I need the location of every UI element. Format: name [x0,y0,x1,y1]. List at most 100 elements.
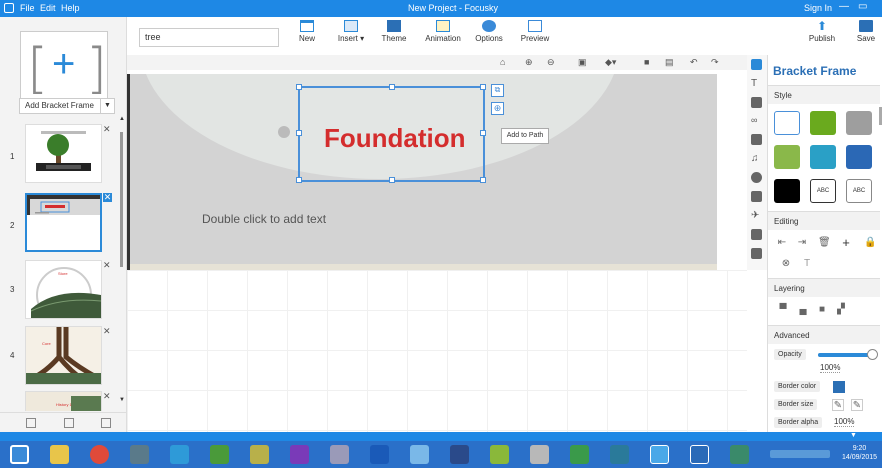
slides-scrollbar[interactable]: ▲ ▼ [119,116,125,403]
add-to-path-icon[interactable]: ⊕ [491,102,504,115]
app-icon[interactable] [450,445,469,464]
frame-title-text[interactable]: Foundation [324,123,466,154]
system-tray[interactable] [770,450,830,458]
animation-button[interactable]: Animation [421,20,465,43]
app-icon[interactable] [650,445,669,464]
editing-section-header[interactable]: Editing [768,211,880,230]
opacity-knob[interactable] [867,349,878,360]
text-icon[interactable]: T [801,258,813,270]
style-swatch-lightgreen[interactable] [774,145,800,169]
app-icon[interactable] [730,445,749,464]
app-icon[interactable] [490,445,509,464]
bring-forward-icon[interactable]: ▄ [797,304,809,316]
fit-icon[interactable] [26,418,36,428]
align-right-icon[interactable]: ⇥ [796,237,808,249]
add-icon[interactable]: + [840,235,852,250]
image-tool-icon[interactable] [751,97,762,108]
pencil-icon[interactable]: ✎ [851,399,863,411]
zoom-out-icon[interactable]: ⊖ [547,57,555,68]
start-icon[interactable] [10,445,29,464]
delete-icon[interactable]: 🗑 [818,237,831,249]
resize-handle[interactable] [389,177,395,183]
resize-handle[interactable] [389,84,395,90]
add-frame-select[interactable]: Add Bracket Frame ▼ [19,98,115,114]
options-button[interactable]: Options [472,20,506,43]
fill-icon[interactable]: ◆▾ [605,57,616,68]
duplicate-slide-icon[interactable] [64,418,74,428]
grid-tool-icon[interactable] [751,248,762,259]
send-backward-icon[interactable]: ■ [816,304,828,316]
style-swatch-blue[interactable] [846,145,872,169]
slide-row-4[interactable]: 4 Core ✕ [0,326,120,388]
text-tool-icon[interactable]: T [751,78,762,89]
lock-icon[interactable]: ▣ [578,57,587,68]
clock[interactable]: 9:20 14/09/2015 [842,444,877,462]
xdk-icon[interactable] [370,445,389,464]
style-swatch-text-outline[interactable]: ABC [846,179,872,203]
save-button[interactable]: Save [854,20,878,43]
resize-handle[interactable] [296,130,302,136]
style-section-header[interactable]: Style [768,85,880,104]
style-swatch-white[interactable] [774,111,800,135]
preview-button[interactable]: Preview [518,20,552,43]
align-left-icon[interactable]: ⇤ [776,237,788,249]
zoom-in-icon[interactable]: ⊕ [525,57,533,68]
scroll-up-icon[interactable]: ▲ [119,116,125,122]
app-icon[interactable] [410,445,429,464]
resize-handle[interactable] [480,177,486,183]
chrome-icon[interactable] [90,445,109,464]
slide-thumbnail[interactable] [25,124,102,183]
layering-section-header[interactable]: Layering [768,278,880,297]
link-tool-icon[interactable]: ∞ [751,115,762,126]
close-icon[interactable]: ✕ [103,260,111,271]
add-frame-preview[interactable]: [ + ] [20,31,108,107]
theme-button[interactable]: Theme [379,20,409,43]
undo-icon[interactable]: ↶ [690,57,698,68]
shape-tool-icon[interactable] [751,172,762,183]
app-icon[interactable] [330,445,349,464]
border-color-swatch[interactable] [833,381,845,393]
file-explorer-icon[interactable] [50,445,69,464]
app-icon[interactable] [570,445,589,464]
style-swatch-black[interactable] [774,179,800,203]
close-icon[interactable]: ✕ [103,124,111,135]
resize-handle[interactable] [480,130,486,136]
app-icon[interactable] [250,445,269,464]
menu-file[interactable]: File [20,3,35,13]
video-tool-icon[interactable] [751,134,762,145]
opacity-slider[interactable] [818,349,878,360]
slide-row-2[interactable]: 2 ✕ [0,193,120,255]
unlink-icon[interactable]: ⊗ [780,258,792,270]
redo-icon[interactable]: ↷ [711,57,719,68]
status-icon[interactable]: ▼ [850,432,857,439]
close-icon[interactable]: ✕ [103,391,111,402]
chevron-down-icon[interactable]: ▼ [100,99,114,113]
bracket-frame[interactable]: Foundation [296,84,486,183]
frame-tool-icon[interactable] [751,59,762,70]
publish-button[interactable]: ⬆ Publish [805,20,839,43]
style-swatch-green[interactable] [810,111,836,135]
advanced-section-header[interactable]: Advanced [768,325,880,344]
chart-tool-icon[interactable] [751,191,762,202]
home-icon[interactable]: ⌂ [500,57,505,67]
resize-handle[interactable] [296,177,302,183]
app-icon[interactable] [170,445,189,464]
add-text-placeholder[interactable]: Double click to add text [202,212,326,226]
send-to-back-icon[interactable]: ▞ [835,304,847,316]
path-tool-icon[interactable]: ✈ [751,210,762,221]
frame-options-icon[interactable]: ⧉ [491,84,504,97]
layout-tool-icon[interactable] [751,229,762,240]
slide-thumbnail[interactable]: History 1 [25,391,102,411]
border-alpha-value[interactable]: 100% [834,417,855,427]
music-tool-icon[interactable]: ♫ [751,153,762,164]
minimize-button[interactable]: — [839,1,849,12]
app-icon[interactable] [610,445,629,464]
sign-in-link[interactable]: Sign In [804,3,832,13]
slide-stage[interactable]: Foundation ⧉ ⊕ Add to Path Double click … [127,74,717,270]
slide-thumbnail[interactable]: Store [25,260,102,319]
path-order-icon[interactable] [278,126,290,138]
close-icon[interactable]: ✕ [103,193,112,202]
editor-canvas[interactable]: Foundation ⧉ ⊕ Add to Path Double click … [127,70,747,432]
slide-thumbnail[interactable]: Core [25,326,102,385]
app-icon[interactable] [530,445,549,464]
